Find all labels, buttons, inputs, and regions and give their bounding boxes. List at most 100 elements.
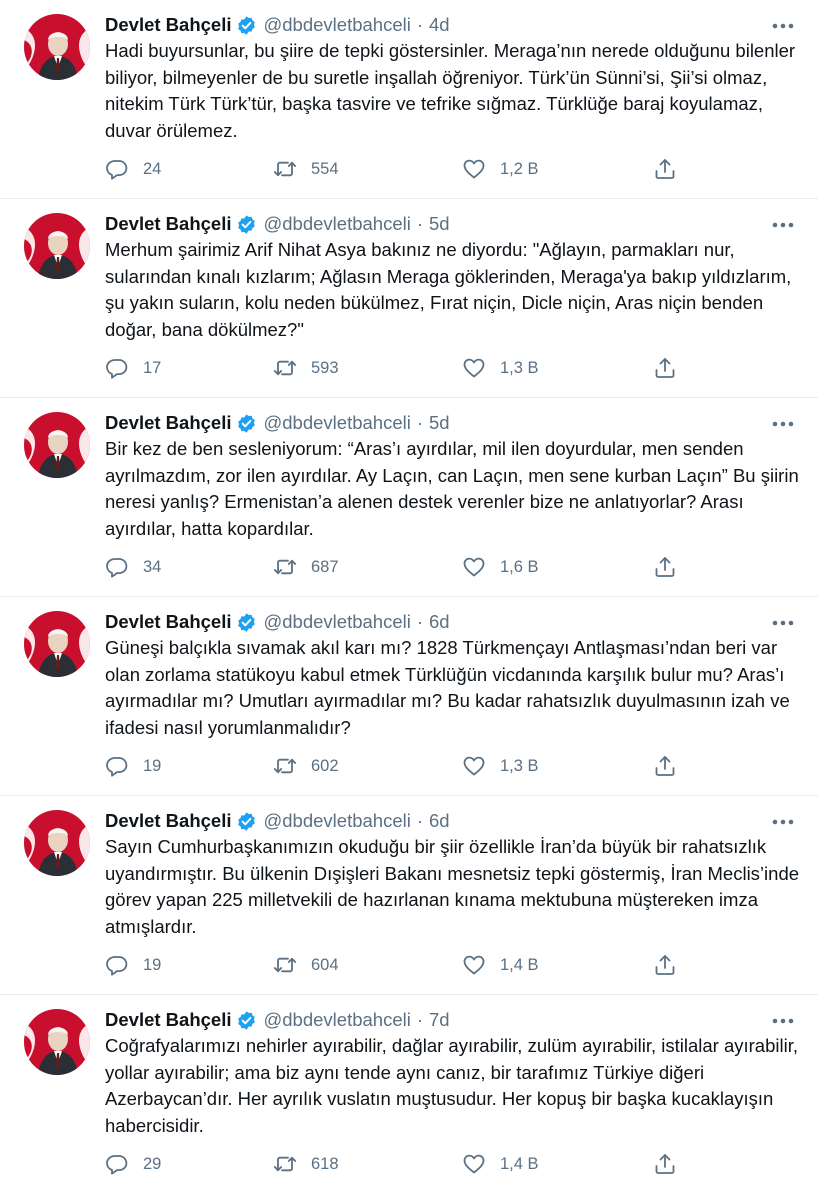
separator-dot: · (416, 213, 424, 234)
like-count: 1,4 B (500, 955, 539, 974)
separator-dot: · (416, 611, 424, 632)
separator-dot: · (416, 412, 424, 433)
retweet-button[interactable]: 602 (273, 752, 339, 780)
tweet-timestamp[interactable]: 5d (429, 412, 450, 434)
retweet-button[interactable]: 593 (273, 354, 339, 382)
more-icon[interactable] (770, 613, 796, 633)
more-icon[interactable] (770, 16, 796, 36)
tweet-header: Devlet Bahçeli @dbdevletbahceli · 5d (105, 211, 798, 237)
more-icon[interactable] (770, 1011, 796, 1031)
share-icon (653, 157, 677, 181)
retweet-icon (273, 356, 297, 380)
reply-count: 19 (143, 955, 162, 974)
author-name[interactable]: Devlet Bahçeli (105, 412, 231, 434)
separator-dot: · (416, 14, 424, 35)
share-icon (653, 555, 677, 579)
like-button[interactable]: 1,4 B (462, 1150, 539, 1178)
author-name[interactable]: Devlet Bahçeli (105, 213, 231, 235)
like-button[interactable]: 1,4 B (462, 951, 539, 979)
share-button[interactable] (653, 354, 677, 382)
author-handle[interactable]: @dbdevletbahceli (263, 810, 410, 832)
tweet-timestamp[interactable]: 7d (429, 1009, 450, 1031)
tweet[interactable]: Devlet Bahçeli @dbdevletbahceli · 6d Say… (0, 796, 818, 995)
tweet-actions: 19 602 1,3 B (105, 752, 685, 780)
reply-count: 24 (143, 159, 162, 178)
tweet-text: Hadi buyursunlar, bu şiire de tepki göst… (105, 40, 796, 141)
like-count: 1,2 B (500, 159, 539, 178)
heart-icon (462, 555, 486, 579)
verified-badge-icon (236, 413, 257, 434)
retweet-count: 593 (311, 358, 339, 377)
share-button[interactable] (653, 752, 677, 780)
reply-button[interactable]: 24 (105, 155, 161, 183)
reply-count: 17 (143, 358, 162, 377)
tweet-timestamp[interactable]: 4d (429, 14, 450, 36)
more-icon[interactable] (770, 414, 796, 434)
tweet-timestamp[interactable]: 6d (429, 810, 450, 832)
share-button[interactable] (653, 951, 677, 979)
reply-icon (105, 754, 129, 778)
reply-button[interactable]: 17 (105, 354, 161, 382)
tweet-timestamp[interactable]: 6d (429, 611, 450, 633)
avatar[interactable] (24, 14, 90, 80)
reply-button[interactable]: 19 (105, 752, 161, 780)
avatar[interactable] (24, 810, 90, 876)
tweet[interactable]: Devlet Bahçeli @dbdevletbahceli · 5d Mer… (0, 199, 818, 398)
author-name[interactable]: Devlet Bahçeli (105, 1009, 231, 1031)
like-count: 1,3 B (500, 358, 539, 377)
tweet-header: Devlet Bahçeli @dbdevletbahceli · 6d (105, 609, 798, 635)
share-button[interactable] (653, 155, 677, 183)
like-button[interactable]: 1,2 B (462, 155, 539, 183)
tweet-timestamp[interactable]: 5d (429, 213, 450, 235)
retweet-count: 602 (311, 756, 339, 775)
more-icon[interactable] (770, 215, 796, 235)
avatar[interactable] (24, 412, 90, 478)
retweet-button[interactable]: 687 (273, 553, 339, 581)
author-handle[interactable]: @dbdevletbahceli (263, 611, 410, 633)
tweet-text: Merhum şairimiz Arif Nihat Asya bakınız … (105, 239, 792, 340)
more-icon[interactable] (770, 812, 796, 832)
avatar[interactable] (24, 213, 90, 279)
author-handle[interactable]: @dbdevletbahceli (263, 1009, 410, 1031)
retweet-icon (273, 754, 297, 778)
avatar[interactable] (24, 611, 90, 677)
author-name[interactable]: Devlet Bahçeli (105, 611, 231, 633)
tweet-actions: 17 593 1,3 B (105, 354, 685, 382)
like-button[interactable]: 1,6 B (462, 553, 539, 581)
retweet-button[interactable]: 618 (273, 1150, 339, 1178)
reply-button[interactable]: 29 (105, 1150, 161, 1178)
verified-badge-icon (236, 811, 257, 832)
verified-badge-icon (236, 1010, 257, 1031)
author-handle[interactable]: @dbdevletbahceli (263, 14, 410, 36)
author-handle[interactable]: @dbdevletbahceli (263, 213, 410, 235)
avatar[interactable] (24, 1009, 90, 1075)
tweet[interactable]: Devlet Bahçeli @dbdevletbahceli · 5d Bir… (0, 398, 818, 597)
like-button[interactable]: 1,3 B (462, 752, 539, 780)
heart-icon (462, 157, 486, 181)
like-count: 1,6 B (500, 557, 539, 576)
like-button[interactable]: 1,3 B (462, 354, 539, 382)
reply-button[interactable]: 34 (105, 553, 161, 581)
heart-icon (462, 953, 486, 977)
retweet-button[interactable]: 604 (273, 951, 339, 979)
reply-count: 29 (143, 1154, 162, 1173)
author-name[interactable]: Devlet Bahçeli (105, 810, 231, 832)
reply-count: 34 (143, 557, 162, 576)
reply-icon (105, 157, 129, 181)
retweet-button[interactable]: 554 (273, 155, 339, 183)
tweet-text: Bir kez de ben sesleniyorum: “Aras’ı ayı… (105, 438, 799, 539)
tweet-actions: 34 687 1,6 B (105, 553, 685, 581)
author-name[interactable]: Devlet Bahçeli (105, 14, 231, 36)
author-handle[interactable]: @dbdevletbahceli (263, 412, 410, 434)
share-button[interactable] (653, 1150, 677, 1178)
reply-button[interactable]: 19 (105, 951, 161, 979)
tweet[interactable]: Devlet Bahçeli @dbdevletbahceli · 4d Had… (0, 0, 818, 199)
retweet-count: 687 (311, 557, 339, 576)
separator-dot: · (416, 810, 424, 831)
share-button[interactable] (653, 553, 677, 581)
share-icon (653, 1152, 677, 1176)
verified-badge-icon (236, 612, 257, 633)
tweet[interactable]: Devlet Bahçeli @dbdevletbahceli · 7d Coğ… (0, 995, 818, 1200)
reply-count: 19 (143, 756, 162, 775)
tweet[interactable]: Devlet Bahçeli @dbdevletbahceli · 6d Gün… (0, 597, 818, 796)
